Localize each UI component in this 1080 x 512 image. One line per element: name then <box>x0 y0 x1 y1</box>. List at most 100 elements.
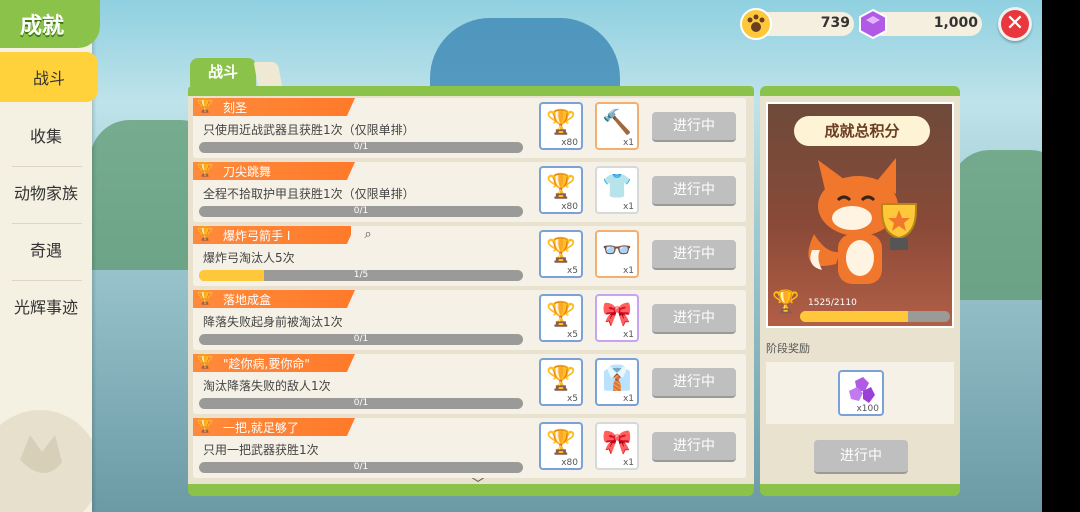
divider <box>12 280 82 281</box>
reward-quantity: x5 <box>566 394 578 404</box>
status-button[interactable]: 进行中 <box>652 112 736 142</box>
reward-item[interactable]: 🏆 x80 <box>539 422 583 470</box>
trophy-icon: 🏆 <box>546 428 576 456</box>
progress-text: 0/1 <box>353 398 369 408</box>
status-button[interactable]: 进行中 <box>652 304 736 334</box>
score-value: 1525/2110 <box>808 298 857 308</box>
bow-icon: 🎀 <box>602 428 632 456</box>
panel-border <box>760 86 960 96</box>
title-ribbon <box>193 162 355 180</box>
book-icon <box>253 62 283 88</box>
achievement-title: "趁你病,要你命" <box>223 357 310 371</box>
gem-icon <box>859 8 887 40</box>
necktie-icon: 👔 <box>602 364 632 392</box>
total-score-title: 成就总积分 <box>824 122 900 140</box>
reward-item[interactable]: 🎀 x1 <box>595 422 639 470</box>
achievement-description: 只用一把武器获胜1次 <box>203 443 319 457</box>
trophy-icon: 🏆 <box>546 108 576 136</box>
glasses-icon: 👓 <box>602 236 632 264</box>
search-icon[interactable]: ⌕ <box>351 226 385 244</box>
trophy-icon: 🏆 <box>546 364 576 392</box>
reward-quantity: x1 <box>622 330 634 340</box>
close-button[interactable]: ✕ <box>998 7 1032 41</box>
achievement-description: 爆炸弓淘汰人5次 <box>203 251 295 265</box>
achievement-description: 淘汰降落失败的敌人1次 <box>203 379 331 393</box>
trophy-icon: 🏆 <box>197 227 214 242</box>
achievement-description: 只使用近战武器且获胜1次（仅限单排） <box>203 123 415 137</box>
progress-text: 0/1 <box>353 334 369 344</box>
status-button[interactable]: 进行中 <box>652 432 736 462</box>
stage-reward-label: 阶段奖励 <box>766 342 810 355</box>
reward-item[interactable]: 👔 x1 <box>595 358 639 406</box>
reward-item[interactable]: 🏆 x5 <box>539 358 583 406</box>
paw-icon <box>740 8 772 40</box>
sidebar-item-animal-family[interactable]: 动物家族 <box>0 172 92 212</box>
background-castle <box>430 18 620 88</box>
progress-text: 0/1 <box>353 206 369 216</box>
reward-quantity: x5 <box>566 330 578 340</box>
achievement-row: 🏆 刀尖跳舞 全程不拾取护甲且获胜1次（仅限单排） 0/1 🏆 x80 👕 x1… <box>193 162 746 222</box>
reward-quantity: x1 <box>622 458 634 468</box>
status-button[interactable]: 进行中 <box>652 240 736 270</box>
trophy-icon: 🏆 <box>546 236 576 264</box>
divider <box>12 223 82 224</box>
reward-item[interactable]: 👕 x1 <box>595 166 639 214</box>
trophy-icon: 🏆 <box>772 290 800 315</box>
achievement-description: 全程不拾取护甲且获胜1次（仅限单排） <box>203 187 415 201</box>
score-progress-bar <box>800 311 950 322</box>
reward-item[interactable]: 🏆 x80 <box>539 166 583 214</box>
stage-reward-item[interactable]: x100 <box>838 370 884 416</box>
reward-item[interactable]: 🏆 x5 <box>539 294 583 342</box>
trophy-icon: 🏆 <box>197 419 214 434</box>
progress-text: 0/1 <box>353 462 369 472</box>
close-icon: ✕ <box>1001 10 1029 38</box>
achievement-row: 🏆 刻圣 只使用近战武器且获胜1次（仅限单排） 0/1 🏆 x80 🔨 x1 进… <box>193 98 746 158</box>
achievement-row: 🏆 "趁你病,要你命" 淘汰降落失败的敌人1次 0/1 🏆 x5 👔 x1 进行… <box>193 354 746 414</box>
reward-item[interactable]: 👓 x1 <box>595 230 639 278</box>
trophy-icon: 🏆 <box>197 99 214 114</box>
total-score-card: 成就总积分 🏆 1525/2110 <box>766 102 954 328</box>
status-button[interactable]: 进行中 <box>652 176 736 206</box>
shirt-icon: 👕 <box>602 172 632 200</box>
page-title: 成就 <box>20 14 65 39</box>
reward-item[interactable]: 🏆 x80 <box>539 102 583 150</box>
achievement-title: 落地成盒 <box>223 293 272 307</box>
sidebar-item-collection[interactable]: 收集 <box>0 115 92 155</box>
gem-pile-icon <box>849 377 875 403</box>
trophy-icon: 🏆 <box>197 355 214 370</box>
reward-quantity: x100 <box>856 404 879 414</box>
sidebar-item-glory[interactable]: 光辉事迹 <box>0 286 92 326</box>
reward-quantity: x1 <box>622 394 634 404</box>
sidebar-item-battle[interactable]: 战斗 <box>0 52 98 102</box>
tab-battle[interactable]: 战斗 <box>190 58 256 86</box>
reward-quantity: x80 <box>561 138 578 148</box>
reward-item[interactable]: 🎀 x1 <box>595 294 639 342</box>
achievement-title: 爆炸弓箭手 I <box>223 229 291 243</box>
fox-mascot-icon <box>808 158 917 284</box>
achievement-row: 🏆 一把,就足够了 只用一把武器获胜1次 0/1 🏆 x80 🎀 x1 进行中 <box>193 418 746 478</box>
sidebar-item-adventure[interactable]: 奇遇 <box>0 229 92 269</box>
hammer-icon: 🔨 <box>602 108 632 136</box>
reward-item[interactable]: 🔨 x1 <box>595 102 639 150</box>
mascot-watermark-icon <box>0 410 92 512</box>
screen-edge <box>1042 0 1080 512</box>
total-score-status-button[interactable]: 进行中 <box>814 440 908 474</box>
panel-border <box>760 484 960 496</box>
trophy-icon: 🏆 <box>197 291 214 306</box>
achievement-title: 一把,就足够了 <box>223 421 299 435</box>
title-ribbon <box>193 290 355 308</box>
bowtie-icon: 🎀 <box>602 300 632 328</box>
trophy-icon: 🏆 <box>197 163 214 178</box>
reward-item[interactable]: 🏆 x5 <box>539 230 583 278</box>
achievement-row: 🏆 爆炸弓箭手 I 爆炸弓淘汰人5次 1/5 ⌕ 🏆 x5 👓 x1 进行中 <box>193 226 746 286</box>
reward-quantity: x80 <box>561 202 578 212</box>
reward-quantity: x5 <box>566 266 578 276</box>
achievement-description: 降落失败起身前被淘汰1次 <box>203 315 343 329</box>
reward-quantity: x1 <box>622 266 634 276</box>
status-button[interactable]: 进行中 <box>652 368 736 398</box>
paw-value: 739 <box>820 15 850 31</box>
divider <box>12 166 82 167</box>
gem-value: 1,000 <box>933 15 978 31</box>
progress-text: 0/1 <box>353 142 369 152</box>
reward-quantity: x1 <box>622 138 634 148</box>
